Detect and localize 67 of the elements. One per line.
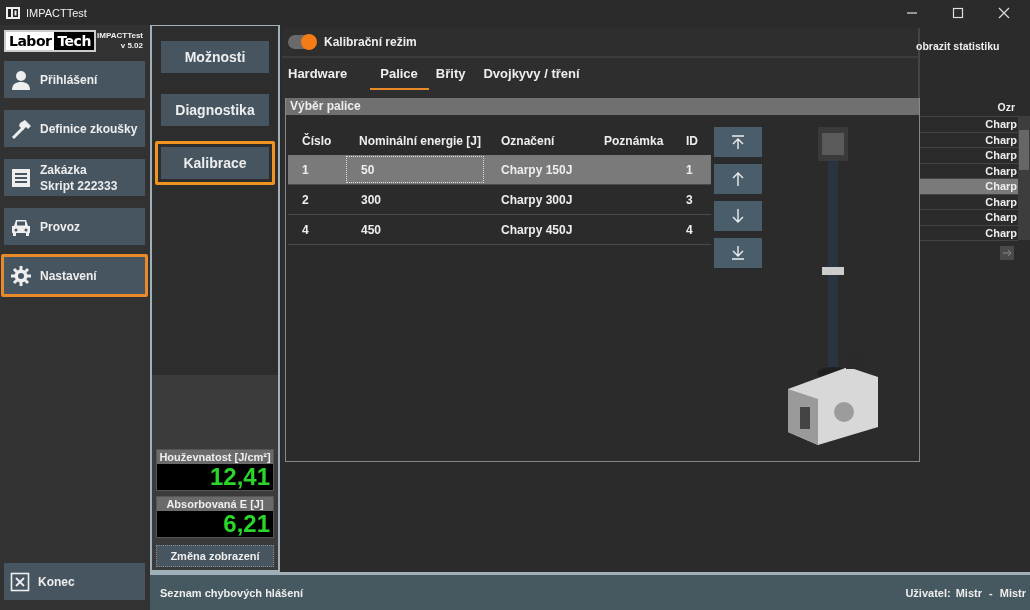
statistics-link[interactable]: obrazit statistiku — [916, 40, 1000, 52]
table-row[interactable]: Charp — [920, 179, 1018, 195]
move-bottom-button[interactable] — [714, 238, 762, 268]
tab[interactable]: Břity — [432, 62, 477, 90]
table-cell-text: 300 — [360, 191, 383, 209]
move-down-button[interactable] — [714, 201, 762, 231]
table-cell-text: 4 — [301, 221, 310, 239]
mode-label: Kalibrační režim — [324, 35, 417, 49]
table-cell-text: Charpy 450J — [500, 221, 574, 239]
table-cell-text: Charpy 300J — [500, 191, 574, 209]
meter-label: Absorbovaná E [J] — [157, 497, 273, 511]
column-header: ID — [685, 133, 699, 150]
table-cell-text: 4 — [685, 221, 694, 239]
column-header: Poznámka — [603, 133, 665, 150]
submenu-button[interactable]: Kalibrace — [155, 141, 275, 185]
app-name: IMPACTTest — [97, 31, 143, 41]
app-icon — [6, 6, 20, 19]
arrow-up-icon — [730, 171, 746, 187]
settings-icon — [10, 264, 32, 287]
meter-label: Houževnatost [J/cm²] — [157, 450, 273, 464]
error-list-link[interactable]: Seznam chybových hlášení — [160, 586, 304, 599]
table-row[interactable]: 1 50 Charpy 150J 1 — [288, 155, 711, 185]
logo: Labor Tech — [4, 30, 96, 52]
arrow-to-top-icon — [730, 134, 746, 150]
close-icon[interactable] — [998, 6, 1010, 19]
table-cell: 50 — [345, 155, 485, 184]
meter-value: 12,41 — [157, 464, 273, 490]
table-cell-text: Charpy 150J — [500, 161, 574, 179]
nav-button[interactable]: Zakázka Skript 222333 — [1, 156, 148, 199]
table-row[interactable]: 2 300 Charpy 300J 3 — [288, 185, 711, 215]
tab[interactable]: Palice — [370, 62, 429, 90]
table-row[interactable]: 4 450 Charpy 450J 4 — [288, 215, 711, 245]
close-icon — [10, 571, 30, 592]
document-icon — [10, 166, 32, 189]
meter-value: 6,21 — [157, 511, 273, 537]
group-title: Výběr palice — [286, 98, 919, 115]
column-header: Označení — [500, 133, 556, 150]
user-icon — [10, 68, 32, 91]
hammer-icon — [10, 117, 32, 140]
column-header: Číslo — [301, 132, 333, 150]
nav-button[interactable]: Nastavení — [1, 254, 148, 297]
move-top-button[interactable] — [714, 127, 762, 157]
user-name: Mistr - Mistr — [955, 586, 1026, 599]
nav-button[interactable]: Přihlášení — [1, 58, 148, 101]
scroll-right-icon[interactable] — [1000, 246, 1014, 260]
user-label: Uživatel: — [905, 586, 951, 599]
tab[interactable]: Hardware — [285, 62, 359, 90]
arrow-to-bottom-icon — [730, 245, 746, 261]
tab[interactable]: Dvojkyvy / tření — [480, 62, 591, 90]
nav-button[interactable]: Definice zkoušky — [1, 107, 148, 150]
table-cell-text: 2 — [301, 191, 310, 209]
column-header: Ozr — [920, 98, 1018, 117]
table-cell-text: 450 — [360, 221, 383, 239]
table-cell-text: 1 — [685, 161, 694, 179]
nav-button[interactable]: Provoz — [1, 205, 148, 248]
exit-button[interactable]: Konec — [1, 560, 148, 603]
arrow-down-icon — [730, 208, 746, 224]
scrollbar[interactable] — [1018, 116, 1030, 240]
table-cell-text: 1 — [301, 161, 310, 179]
table-cell-text: 3 — [685, 191, 694, 209]
display-toggle-button[interactable]: Změna zobrazení — [156, 545, 274, 567]
toggle-switch[interactable] — [288, 35, 316, 49]
version-label: v 5.02 — [120, 41, 143, 51]
move-up-button[interactable] — [714, 164, 762, 194]
window-title: IMPACTTest — [26, 6, 87, 19]
column-header: Nominální energie [J] — [358, 133, 483, 150]
maximize-icon[interactable] — [952, 6, 964, 19]
